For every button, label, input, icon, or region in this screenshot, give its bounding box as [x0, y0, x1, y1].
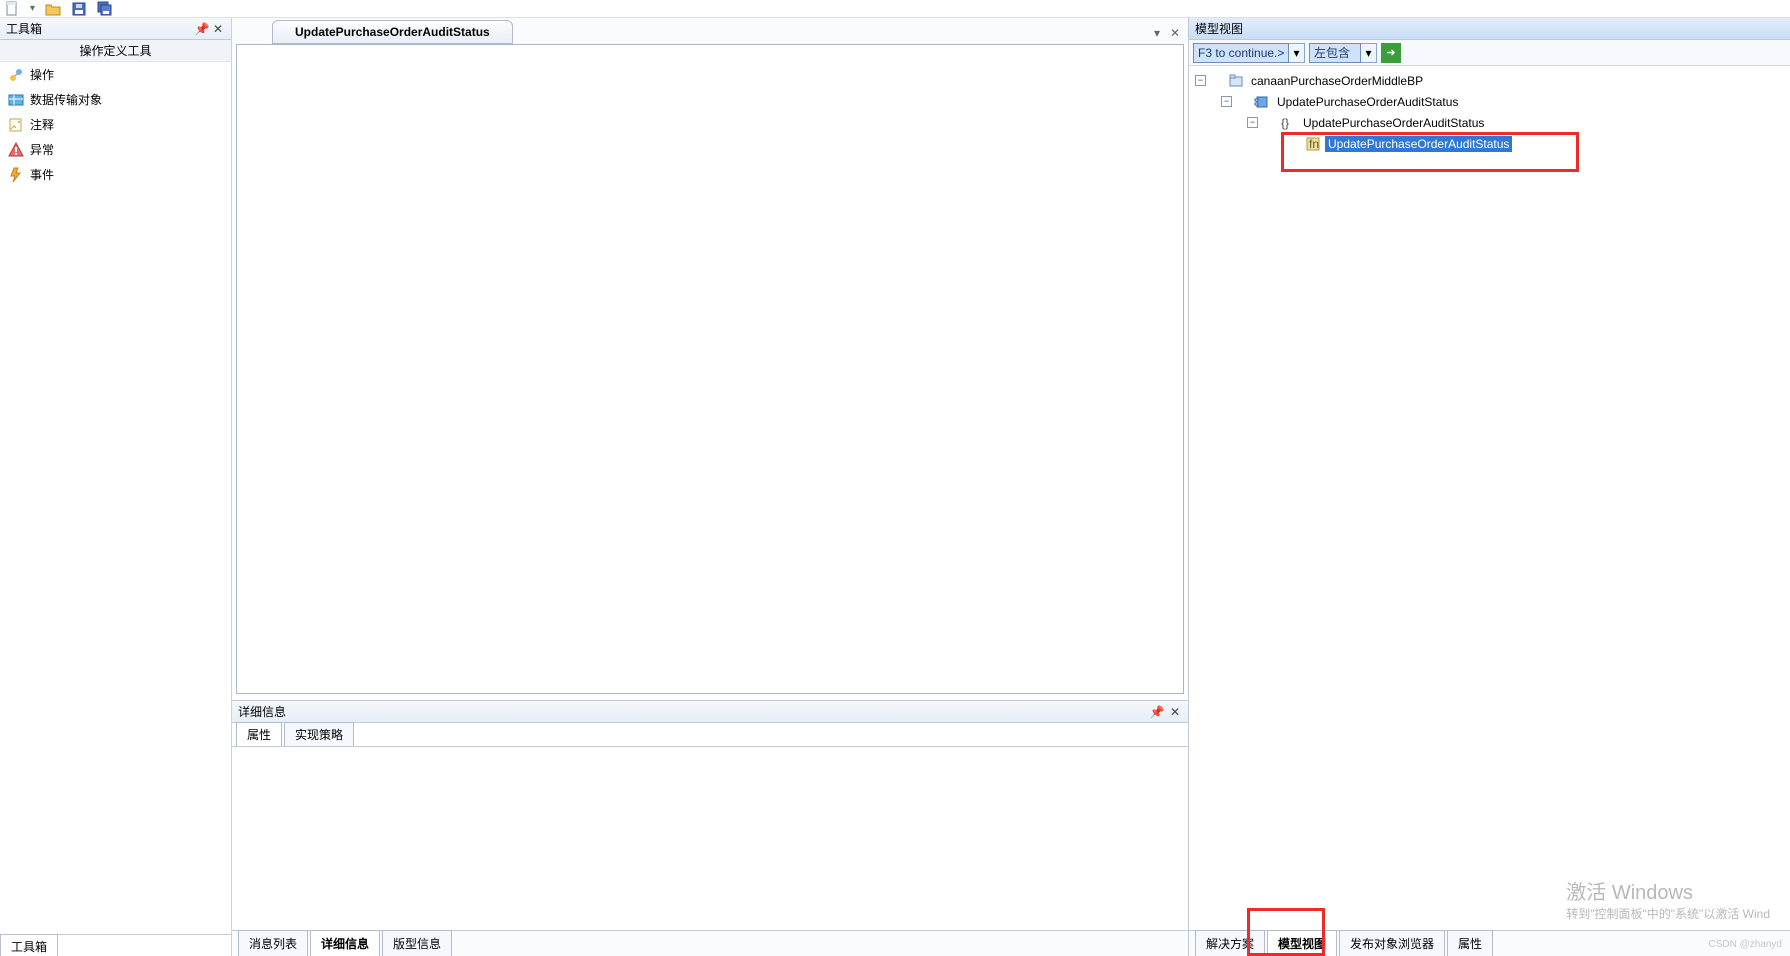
- bottom-tab-details[interactable]: 详细信息: [310, 930, 380, 956]
- braces-icon: {}: [1280, 115, 1296, 131]
- document-tabstrip: UpdatePurchaseOrderAuditStatus ▾ ✕: [232, 18, 1188, 44]
- component-icon: [1254, 94, 1270, 110]
- package-icon: [1228, 73, 1244, 89]
- document-tab[interactable]: UpdatePurchaseOrderAuditStatus: [272, 20, 513, 44]
- modelview-panel: 模型视图 ▾ ▾ ➔ − canaanPurcha: [1188, 18, 1790, 956]
- dto-icon: [8, 92, 24, 108]
- document-area: UpdatePurchaseOrderAuditStatus ▾ ✕: [232, 18, 1188, 700]
- right-tab-modelview[interactable]: 模型视图: [1267, 930, 1337, 956]
- close-icon[interactable]: ✕: [211, 22, 225, 36]
- go-button[interactable]: ➔: [1381, 43, 1401, 63]
- bottom-tab-messages[interactable]: 消息列表: [238, 930, 308, 956]
- open-folder-icon[interactable]: [45, 1, 61, 17]
- note-icon: [8, 117, 24, 133]
- new-file-icon[interactable]: [4, 1, 20, 17]
- toolbox-item-dto[interactable]: 数据传输对象: [0, 87, 231, 112]
- toolbox-item-label: 操作: [30, 66, 54, 83]
- toolbox-item-label: 异常: [30, 141, 54, 158]
- toolbox-item-label: 数据传输对象: [30, 91, 102, 108]
- right-tab-publish-browser[interactable]: 发布对象浏览器: [1339, 930, 1445, 956]
- pin-icon[interactable]: 📌: [195, 22, 209, 36]
- subtab-properties[interactable]: 属性: [236, 722, 282, 746]
- toolbox-panel: 工具箱 📌 ✕ 操作定义工具 操作 数据传输对象 注释: [0, 18, 232, 956]
- tree-node-label: UpdatePurchaseOrderAuditStatus: [1300, 115, 1487, 131]
- exception-icon: [8, 142, 24, 158]
- center-column: UpdatePurchaseOrderAuditStatus ▾ ✕ 详细信息 …: [232, 18, 1188, 956]
- dropdown-arrow-icon[interactable]: ▾: [30, 3, 35, 14]
- action-icon: [8, 67, 24, 83]
- toolbox-section-title: 操作定义工具: [0, 40, 231, 62]
- tab-close-icon[interactable]: ✕: [1168, 26, 1182, 40]
- details-body: [232, 747, 1188, 930]
- details-header: 详细信息 📌 ✕: [232, 701, 1188, 723]
- chevron-down-icon[interactable]: ▾: [1289, 43, 1305, 63]
- right-bottom-tabs: 解决方案 模型视图 发布对象浏览器 属性: [1189, 930, 1790, 956]
- collapse-icon[interactable]: −: [1221, 96, 1232, 107]
- svg-text:fn: fn: [1309, 137, 1319, 151]
- toolbox-bottom-tab[interactable]: 工具箱: [0, 934, 58, 956]
- chevron-down-icon[interactable]: ▾: [1361, 43, 1377, 63]
- toolbox-bottom-tabs: 工具箱: [0, 934, 231, 956]
- collapse-icon[interactable]: −: [1195, 75, 1206, 86]
- toolbox-item-event[interactable]: 事件: [0, 162, 231, 187]
- details-panel: 详细信息 📌 ✕ 属性 实现策略: [232, 700, 1188, 930]
- right-tab-properties[interactable]: 属性: [1447, 930, 1493, 956]
- toolbox-title: 工具箱: [6, 20, 193, 37]
- modelview-title: 模型视图: [1195, 20, 1784, 37]
- right-tab-solution[interactable]: 解决方案: [1195, 930, 1265, 956]
- svg-text:{}: {}: [1281, 116, 1289, 130]
- collapse-icon[interactable]: −: [1247, 117, 1258, 128]
- details-title: 详细信息: [238, 703, 1148, 720]
- toolbox-item-action[interactable]: 操作: [0, 62, 231, 87]
- toolbox-item-note[interactable]: 注释: [0, 112, 231, 137]
- toolbox-item-label: 事件: [30, 166, 54, 183]
- toolbox-item-label: 注释: [30, 116, 54, 133]
- search-input[interactable]: [1193, 43, 1289, 63]
- subtab-impl-policy[interactable]: 实现策略: [284, 722, 354, 746]
- tree-node-method[interactable]: − {} UpdatePurchaseOrderAuditStatus: [1191, 112, 1788, 133]
- toolbox-item-exception[interactable]: 异常: [0, 137, 231, 162]
- impl-icon: fn: [1305, 136, 1321, 152]
- model-tree: − canaanPurchaseOrderMiddleBP − UpdatePu…: [1189, 66, 1790, 930]
- toolbox-header: 工具箱 📌 ✕: [0, 18, 231, 40]
- event-icon: [8, 167, 24, 183]
- tree-node-root[interactable]: − canaanPurchaseOrderMiddleBP: [1191, 70, 1788, 91]
- save-icon[interactable]: [71, 1, 87, 17]
- tab-menu-icon[interactable]: ▾: [1150, 26, 1164, 40]
- details-subtabs: 属性 实现策略: [232, 723, 1188, 747]
- save-all-icon[interactable]: [97, 1, 113, 17]
- document-tab-label: UpdatePurchaseOrderAuditStatus: [295, 25, 490, 39]
- top-toolbar: ▾: [0, 0, 1790, 18]
- filter-combo[interactable]: ▾: [1309, 43, 1377, 63]
- left-bottom-tabs: 消息列表 详细信息 版型信息: [232, 930, 1188, 956]
- modelview-toolbar: ▾ ▾ ➔: [1189, 40, 1790, 66]
- bottom-tab-stereotype[interactable]: 版型信息: [382, 930, 452, 956]
- tree-node-label: UpdatePurchaseOrderAuditStatus: [1325, 136, 1512, 152]
- modelview-header: 模型视图: [1189, 18, 1790, 40]
- pin-icon[interactable]: 📌: [1150, 705, 1164, 719]
- design-canvas[interactable]: [236, 44, 1184, 694]
- toolbox-list: 操作 数据传输对象 注释 异常 事件: [0, 62, 231, 934]
- tree-node-label: UpdatePurchaseOrderAuditStatus: [1274, 94, 1461, 110]
- tree-node-label: canaanPurchaseOrderMiddleBP: [1248, 73, 1426, 89]
- tree-node-selected[interactable]: fn UpdatePurchaseOrderAuditStatus: [1191, 133, 1788, 154]
- filter-input[interactable]: [1309, 43, 1361, 63]
- tree-node-operation[interactable]: − UpdatePurchaseOrderAuditStatus: [1191, 91, 1788, 112]
- search-combo[interactable]: ▾: [1193, 43, 1305, 63]
- close-icon[interactable]: ✕: [1168, 705, 1182, 719]
